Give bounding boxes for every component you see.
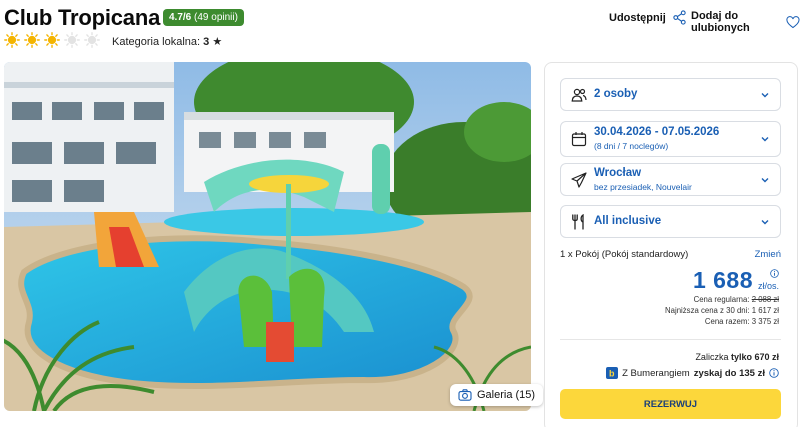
change-room-link[interactable]: Zmień [755, 249, 781, 260]
calendar-icon [571, 132, 587, 147]
flight-info: bez przesiadek, Nouvelair [594, 182, 692, 192]
deposit-label: Zaliczka [695, 352, 729, 362]
sun-empty-icon [64, 32, 80, 48]
gallery-label: Galeria (15) [477, 389, 536, 401]
sun-icon [24, 32, 40, 48]
regular-price-value: 2 088 zł [751, 295, 779, 304]
pool-photo-illustration [4, 62, 531, 411]
airplane-icon [571, 171, 587, 188]
info-icon[interactable] [770, 269, 779, 278]
camera-icon [458, 389, 472, 401]
price-per-person: 1 688 [692, 267, 753, 293]
reviews-count: (49 opinii) [194, 12, 238, 23]
boomerang-logo-icon: b [606, 367, 619, 379]
total-price-label: Cena razem: [704, 317, 750, 326]
cutlery-icon [572, 213, 584, 230]
rating-value: 4.7/6 [169, 12, 192, 23]
sun-rating [4, 32, 100, 48]
guests-value: 2 osoby [594, 88, 638, 100]
room-info: 1 x Pokój (Pokój standardowy) [560, 249, 689, 260]
departure-value: Wrocław [594, 167, 642, 179]
heart-icon [786, 15, 800, 28]
duration-value: (8 dni / 7 noclegów) [594, 141, 669, 151]
boomerang-value: zyskaj do 135 zł [693, 367, 765, 379]
hotel-title: Club Tropicana [4, 5, 161, 30]
share-label: Udostępnij [609, 11, 666, 24]
lowest-price-line: Najniższa cena z 30 dni: 1 617 zł [665, 306, 779, 315]
people-icon [571, 88, 587, 102]
dates-value: 30.04.2026 - 07.05.2026 [594, 126, 720, 138]
rating-badge[interactable]: 4.7/6 (49 opinii) [163, 9, 244, 26]
reserve-button[interactable]: REZERWUJ [560, 389, 781, 419]
category-label: Kategoria lokalna: [112, 36, 201, 48]
sun-empty-icon [84, 32, 100, 48]
favorite-label: Dodaj do ulubionych [691, 10, 750, 34]
booking-panel: 2 osoby 30.04.2026 - 07.05.2026 (8 dni /… [544, 62, 798, 427]
boomerang-info: b Z Bumerangiem zyskaj do 135 zł [606, 367, 779, 379]
hotel-main-photo[interactable] [4, 62, 531, 411]
lowest-price-label: Najniższa cena z 30 dni: [665, 306, 750, 315]
boomerang-prefix: Z Bumerangiem [622, 367, 690, 379]
departure-select[interactable]: Wrocław bez przesiadek, Nouvelair [560, 163, 781, 196]
divider [560, 339, 781, 340]
sun-icon [4, 32, 20, 48]
chevron-down-icon [761, 137, 769, 142]
lowest-price-value: 1 617 zł [751, 306, 779, 315]
regular-price-label: Cena regularna: [693, 295, 750, 304]
favorite-button[interactable]: Dodaj do ulubionych [691, 10, 800, 34]
deposit-value: tylko 670 zł [730, 352, 779, 362]
category-value: 3 [203, 36, 210, 48]
share-button[interactable]: Udostępnij [609, 10, 687, 25]
total-price-value: 3 375 zł [751, 317, 779, 326]
total-price-line: Cena razem: 3 375 zł [705, 317, 779, 326]
svg-text:b: b [609, 369, 615, 379]
chevron-down-icon [761, 219, 769, 224]
board-value: All inclusive [594, 215, 662, 227]
price-currency: zł/os. [757, 281, 779, 291]
dates-select[interactable]: 30.04.2026 - 07.05.2026 (8 dni / 7 nocle… [560, 121, 781, 157]
regular-price-line: Cena regularna: 2 088 zł [694, 295, 779, 304]
deposit-info: Zaliczka tylko 670 zł [695, 352, 779, 362]
share-icon [673, 10, 686, 25]
gallery-button[interactable]: Galeria (15) [450, 384, 544, 406]
star-icon: ★ [212, 36, 223, 48]
chevron-down-icon [761, 177, 769, 182]
board-select[interactable]: All inclusive [560, 205, 781, 238]
guests-select[interactable]: 2 osoby [560, 78, 781, 111]
info-icon[interactable] [769, 368, 779, 378]
sun-icon [44, 32, 60, 48]
chevron-down-icon [761, 92, 769, 97]
local-category: Kategoria lokalna: 3 ★ [112, 35, 222, 48]
